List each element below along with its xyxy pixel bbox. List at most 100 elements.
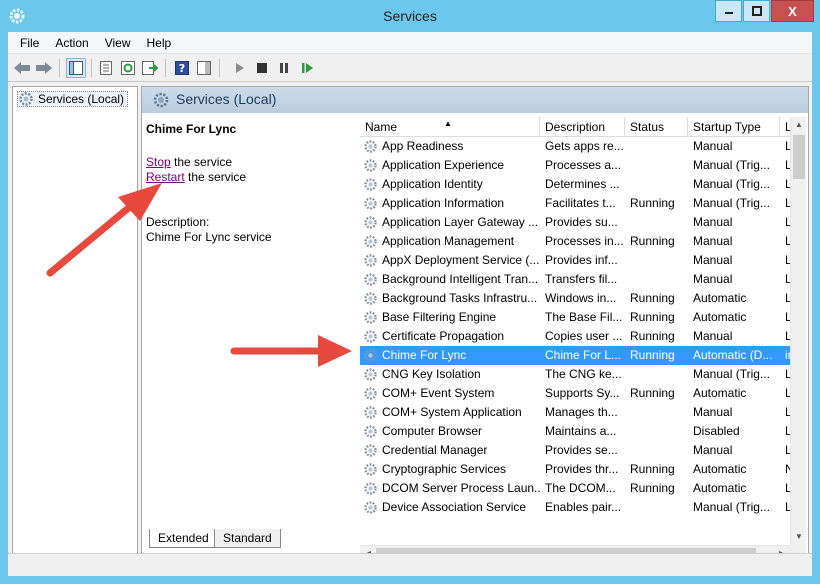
stop-service-link[interactable]: Stop — [146, 155, 171, 169]
service-name-text: Application Layer Gateway ... — [382, 215, 539, 229]
back-button[interactable] — [12, 58, 32, 78]
table-row[interactable]: Computer Browser Maintains a... Disabled Lo — [360, 422, 790, 441]
title-bar[interactable]: Services X — [0, 0, 820, 32]
services-list-body: Name ▲ Description Status Startup Type L… — [360, 117, 790, 545]
toolbar-separator — [165, 59, 166, 77]
table-row[interactable]: AppX Deployment Service (... Provides inf… — [360, 251, 790, 270]
service-name-text: Background Tasks Infrastru... — [382, 291, 538, 305]
service-status: Running — [630, 462, 675, 476]
service-startup-type: Manual — [693, 234, 733, 248]
service-description: The CNG ke... — [545, 367, 622, 381]
table-row[interactable]: Background Intelligent Tran... Transfers … — [360, 270, 790, 289]
table-row[interactable]: Application Identity Determines ... Manual… — [360, 175, 790, 194]
service-name-text: Certificate Propagation — [382, 329, 505, 343]
table-row[interactable]: Certificate Propagation Copies user ... Ru… — [360, 327, 790, 346]
column-header-status[interactable]: Status — [625, 117, 688, 137]
service-startup-type: Automatic — [693, 462, 747, 476]
service-startup-type: Manual (Trig... — [693, 196, 770, 210]
close-button[interactable]: X — [771, 0, 814, 22]
tab-standard[interactable]: Standard — [214, 529, 281, 548]
scroll-down-icon[interactable]: ▼ — [791, 529, 806, 545]
table-row[interactable]: Chime For Lync Chime For L... Running Autom… — [360, 346, 790, 365]
service-gear-icon — [364, 273, 377, 286]
tree-item-services-local[interactable]: Services (Local) — [17, 91, 129, 107]
sort-ascending-icon: ▲ — [444, 119, 452, 128]
table-row[interactable]: DCOM Server Process Laun... The DCOM... Ru… — [360, 479, 790, 498]
status-bar — [8, 553, 812, 576]
table-row[interactable]: COM+ Event System Supports Sy... Running Au… — [360, 384, 790, 403]
maximize-button[interactable] — [743, 0, 770, 22]
column-header-log-on-as[interactable]: Lo — [780, 117, 790, 137]
service-status — [625, 270, 688, 289]
service-log-on-as: Lo — [785, 234, 790, 248]
export-icon — [142, 61, 158, 75]
service-status — [625, 441, 688, 460]
menu-file[interactable]: File — [12, 36, 47, 50]
service-name: Background Intelligent Tran... — [360, 270, 540, 289]
tab-extended[interactable]: Extended — [149, 529, 218, 548]
restart-service-button[interactable] — [298, 58, 318, 78]
column-header-name[interactable]: Name ▲ — [360, 117, 540, 137]
service-name: App Readiness — [360, 137, 540, 156]
service-description: Processes a... — [545, 158, 622, 172]
vertical-scrollbar[interactable]: ▲ ▼ — [790, 117, 806, 545]
forward-arrow-icon — [36, 62, 52, 74]
service-description: Enables pair... — [545, 500, 622, 514]
column-header-startup-type[interactable]: Startup Type — [688, 117, 780, 137]
table-row[interactable]: Background Tasks Infrastru... Windows in.… — [360, 289, 790, 308]
properties-button[interactable] — [96, 58, 116, 78]
service-name-text: Device Association Service — [382, 500, 527, 514]
service-description: Manages th... — [545, 405, 618, 419]
service-name-text: Background Intelligent Tran... — [382, 272, 539, 286]
pane-header: Services (Local) — [142, 87, 808, 113]
service-description: Windows in... — [545, 291, 617, 305]
table-row[interactable]: COM+ System Application Manages th... Manu… — [360, 403, 790, 422]
service-gear-icon — [364, 311, 377, 324]
service-description: The Base Fil... — [545, 310, 623, 324]
table-row[interactable]: Base Filtering Engine The Base Fil... Runn… — [360, 308, 790, 327]
service-status: Running — [630, 386, 675, 400]
column-header-description[interactable]: Description — [540, 117, 625, 137]
export-list-button[interactable] — [140, 58, 160, 78]
service-description: Transfers fil... — [545, 272, 618, 286]
services-gear-icon — [19, 92, 33, 106]
menu-action[interactable]: Action — [47, 36, 96, 50]
table-row[interactable]: Application Management Processes in... Run… — [360, 232, 790, 251]
pause-service-button[interactable] — [274, 58, 294, 78]
service-description: Provides inf... — [545, 253, 618, 267]
menu-help[interactable]: Help — [139, 36, 180, 50]
service-gear-icon — [364, 406, 377, 419]
table-row[interactable]: Credential Manager Provides se... Manual Lo — [360, 441, 790, 460]
service-log-on-as: Lo — [785, 215, 790, 229]
table-row[interactable]: CNG Key Isolation The CNG ke... Manual (Tr… — [360, 365, 790, 384]
table-row[interactable]: Application Information Facilitates t... R… — [360, 194, 790, 213]
service-log-on-as: Lo — [785, 196, 790, 210]
service-gear-icon — [364, 501, 377, 514]
vertical-scroll-thumb[interactable] — [793, 135, 805, 179]
start-service-button[interactable] — [230, 58, 250, 78]
service-log-on-as: ins — [785, 348, 790, 362]
table-row[interactable]: Application Layer Gateway ... Provides su… — [360, 213, 790, 232]
service-name: Certificate Propagation — [360, 327, 540, 346]
table-row[interactable]: Application Experience Processes a... Manu… — [360, 156, 790, 175]
menu-view[interactable]: View — [97, 36, 139, 50]
refresh-button[interactable] — [118, 58, 138, 78]
service-name-text: Computer Browser — [382, 424, 483, 438]
scroll-up-icon[interactable]: ▲ — [791, 117, 806, 133]
properties-icon — [100, 61, 112, 75]
service-name: Credential Manager — [360, 441, 540, 460]
table-row[interactable]: Cryptographic Services Provides thr... Run… — [360, 460, 790, 479]
stop-service-button[interactable] — [252, 58, 272, 78]
service-status — [625, 403, 688, 422]
service-log-on-as: Lo — [785, 158, 790, 172]
window-title: Services — [383, 8, 437, 24]
table-row[interactable]: App Readiness Gets apps re... Manual Lo — [360, 137, 790, 156]
minimize-button[interactable] — [715, 0, 742, 22]
service-startup-type: Manual (Trig... — [693, 158, 770, 172]
table-row[interactable]: Device Association Service Enables pair..… — [360, 498, 790, 517]
forward-button[interactable] — [34, 58, 54, 78]
show-hide-console-tree-button[interactable] — [66, 58, 86, 78]
show-action-pane-button[interactable] — [194, 58, 214, 78]
service-status: Running — [630, 329, 675, 343]
help-button[interactable]: ? — [172, 58, 192, 78]
